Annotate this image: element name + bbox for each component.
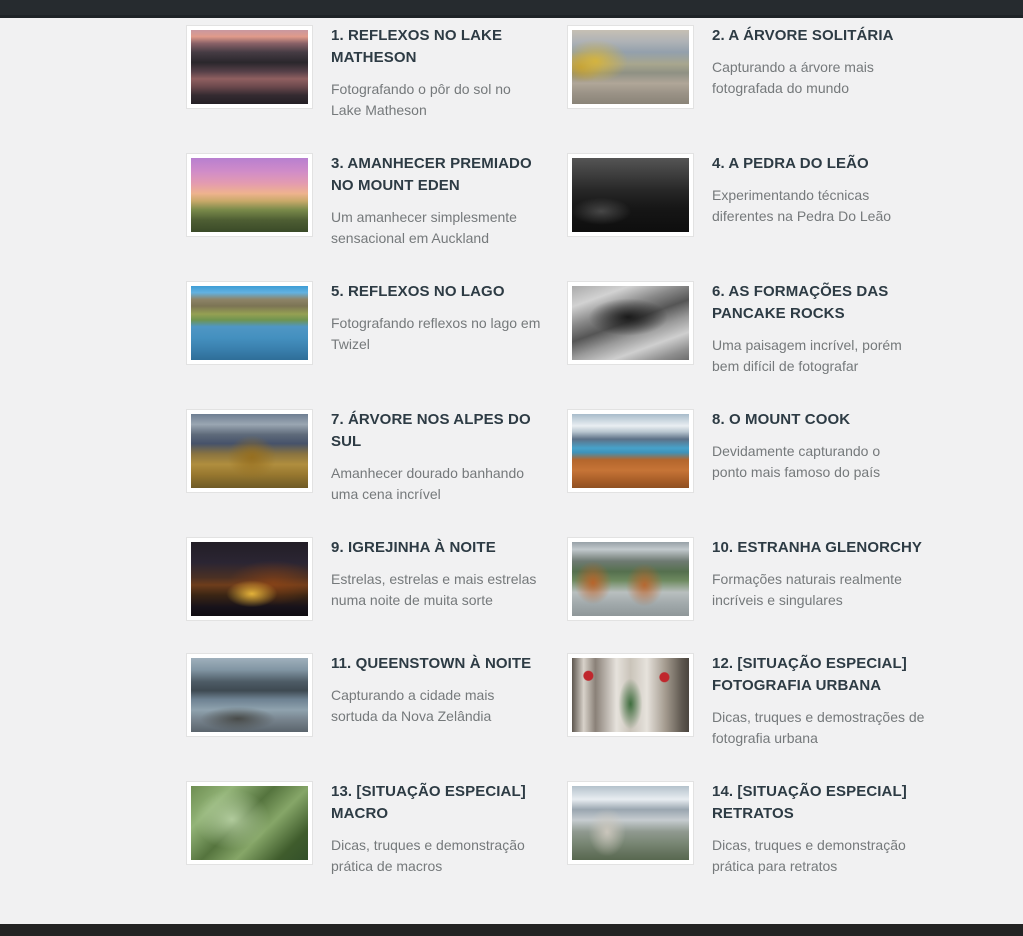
black-and-white-rocks-swirling-sea-photo xyxy=(572,286,689,360)
episode-title-link[interactable]: 5. REFLEXOS NO LAGO xyxy=(331,281,546,303)
episode-description: Dicas, truques e demonstração prática pa… xyxy=(712,835,927,877)
episode-title-link[interactable]: 3. AMANHECER PREMIADO NO MOUNT EDEN xyxy=(331,153,546,197)
episode-item: 6. AS FORMAÇÕES DAS PANCAKE ROCKS Uma pa… xyxy=(567,281,927,377)
episode-item: 7. ÁRVORE NOS ALPES DO SUL Amanhecer dou… xyxy=(186,409,546,505)
purple-pink-sunrise-tree-on-hill-photo xyxy=(191,158,308,232)
episode-description: Capturando a cidade mais sortuda da Nova… xyxy=(331,685,546,727)
episode-item: 4. A PEDRA DO LEÃO Experimentando técnic… xyxy=(567,153,927,237)
episode-info: 11. QUEENSTOWN À NOITE Capturando a cida… xyxy=(331,653,546,727)
episode-info: 8. O MOUNT COOK Devidamente capturando o… xyxy=(712,409,927,483)
episode-description: Capturando a árvore mais fotografada do … xyxy=(712,57,927,99)
episode-title-link[interactable]: 9. IGREJINHA À NOITE xyxy=(331,537,546,559)
episode-title-link[interactable]: 2. A ÁRVORE SOLITÁRIA xyxy=(712,25,927,47)
episode-title-link[interactable]: 14. [SITUAÇÃO ESPECIAL] RETRATOS xyxy=(712,781,927,825)
episode-item: 2. A ÁRVORE SOLITÁRIA Capturando a árvor… xyxy=(567,25,927,109)
episode-thumbnail-link[interactable] xyxy=(186,781,313,865)
episode-description: Formações naturais realmente incríveis e… xyxy=(712,569,927,611)
episode-description: Uma paisagem incrível, porém bem difícil… xyxy=(712,335,927,377)
frosted-green-leaf-macro-photo xyxy=(191,786,308,860)
episode-item: 14. [SITUAÇÃO ESPECIAL] RETRATOS Dicas, … xyxy=(567,781,927,877)
episode-info: 4. A PEDRA DO LEÃO Experimentando técnic… xyxy=(712,153,927,227)
episode-description: Estrelas, estrelas e mais estrelas numa … xyxy=(331,569,546,611)
episode-thumbnail-link[interactable] xyxy=(567,781,694,865)
sunset-mountains-reflected-in-lake-photo xyxy=(191,30,308,104)
episode-item: 3. AMANHECER PREMIADO NO MOUNT EDEN Um a… xyxy=(186,153,546,249)
episode-title-link[interactable]: 6. AS FORMAÇÕES DAS PANCAKE ROCKS xyxy=(712,281,927,325)
episode-info: 2. A ÁRVORE SOLITÁRIA Capturando a árvor… xyxy=(712,25,927,99)
episode-thumbnail-link[interactable] xyxy=(567,409,694,493)
episode-thumbnail-link[interactable] xyxy=(186,653,313,737)
lone-wanaka-tree-in-lake-autumn-photo xyxy=(572,30,689,104)
episode-title-link[interactable]: 7. ÁRVORE NOS ALPES DO SUL xyxy=(331,409,546,453)
episode-description: Fotografando o pôr do sol no Lake Mathes… xyxy=(331,79,546,121)
episode-thumbnail-link[interactable] xyxy=(186,25,313,109)
episode-item: 11. QUEENSTOWN À NOITE Capturando a cida… xyxy=(186,653,546,737)
episode-thumbnail-link[interactable] xyxy=(567,653,694,737)
episode-item: 8. O MOUNT COOK Devidamente capturando o… xyxy=(567,409,927,493)
episode-info: 12. [SITUAÇÃO ESPECIAL] FOTOGRAFIA URBAN… xyxy=(712,653,927,749)
episode-info: 14. [SITUAÇÃO ESPECIAL] RETRATOS Dicas, … xyxy=(712,781,927,877)
episode-item: 5. REFLEXOS NO LAGO Fotografando reflexo… xyxy=(186,281,546,365)
blue-lake-reflection-hills-trees-photo xyxy=(191,286,308,360)
episode-thumbnail-link[interactable] xyxy=(186,281,313,365)
episode-item: 9. IGREJINHA À NOITE Estrelas, estrelas … xyxy=(186,537,546,621)
episode-thumbnail-link[interactable] xyxy=(186,409,313,493)
episode-title-link[interactable]: 13. [SITUAÇÃO ESPECIAL] MACRO xyxy=(331,781,546,825)
urban-shopping-arcade-interior-photo xyxy=(572,658,689,732)
episode-thumbnail-link[interactable] xyxy=(186,153,313,237)
site-bottom-bar xyxy=(0,924,1023,936)
episode-info: 13. [SITUAÇÃO ESPECIAL] MACRO Dicas, tru… xyxy=(331,781,546,877)
episode-description: Um amanhecer simplesmente sensacional em… xyxy=(331,207,546,249)
episode-info: 9. IGREJINHA À NOITE Estrelas, estrelas … xyxy=(331,537,546,611)
episode-info: 7. ÁRVORE NOS ALPES DO SUL Amanhecer dou… xyxy=(331,409,546,505)
episode-title-link[interactable]: 11. QUEENSTOWN À NOITE xyxy=(331,653,546,675)
episode-thumbnail-link[interactable] xyxy=(567,25,694,109)
queenstown-lake-rocks-mountains-photo xyxy=(191,658,308,732)
episode-item: 1. REFLEXOS NO LAKE MATHESON Fotografand… xyxy=(186,25,546,121)
episode-thumbnail-link[interactable] xyxy=(186,537,313,621)
episode-title-link[interactable]: 4. A PEDRA DO LEÃO xyxy=(712,153,927,175)
dark-black-and-white-lion-rock-photo xyxy=(572,158,689,232)
episode-thumbnail-link[interactable] xyxy=(567,281,694,365)
episode-title-link[interactable]: 1. REFLEXOS NO LAKE MATHESON xyxy=(331,25,546,69)
episode-title-link[interactable]: 10. ESTRANHA GLENORCHY xyxy=(712,537,927,559)
photographer-portrait-snowy-mountains-photo xyxy=(572,786,689,860)
episode-thumbnail-link[interactable] xyxy=(567,153,694,237)
episode-info: 6. AS FORMAÇÕES DAS PANCAKE ROCKS Uma pa… xyxy=(712,281,927,377)
golden-tree-snowy-alps-photo xyxy=(191,414,308,488)
glenorchy-trees-in-water-mountains-photo xyxy=(572,542,689,616)
episode-grid: 1. REFLEXOS NO LAKE MATHESON Fotografand… xyxy=(186,25,1023,877)
episode-thumbnail-link[interactable] xyxy=(567,537,694,621)
episode-item: 10. ESTRANHA GLENORCHY Formações naturai… xyxy=(567,537,927,621)
episode-description: Devidamente capturando o ponto mais famo… xyxy=(712,441,927,483)
episode-info: 5. REFLEXOS NO LAGO Fotografando reflexo… xyxy=(331,281,546,355)
episode-item: 13. [SITUAÇÃO ESPECIAL] MACRO Dicas, tru… xyxy=(186,781,546,877)
episode-list-section: 1. REFLEXOS NO LAKE MATHESON Fotografand… xyxy=(0,18,1023,924)
episode-title-link[interactable]: 8. O MOUNT COOK xyxy=(712,409,927,431)
episode-item: 12. [SITUAÇÃO ESPECIAL] FOTOGRAFIA URBAN… xyxy=(567,653,927,749)
episode-info: 10. ESTRANHA GLENORCHY Formações naturai… xyxy=(712,537,927,611)
episode-title-link[interactable]: 12. [SITUAÇÃO ESPECIAL] FOTOGRAFIA URBAN… xyxy=(712,653,927,697)
church-at-night-starry-sky-photo xyxy=(191,542,308,616)
episode-description: Amanhecer dourado banhando uma cena incr… xyxy=(331,463,546,505)
episode-info: 3. AMANHECER PREMIADO NO MOUNT EDEN Um a… xyxy=(331,153,546,249)
episode-description: Fotografando reflexos no lago em Twizel xyxy=(331,313,546,355)
mount-cook-orange-tussock-blue-lake-photo xyxy=(572,414,689,488)
site-top-bar xyxy=(0,0,1023,18)
episode-description: Dicas, truques e demonstração prática de… xyxy=(331,835,546,877)
episode-description: Dicas, truques e demostrações de fotogra… xyxy=(712,707,927,749)
episode-description: Experimentando técnicas diferentes na Pe… xyxy=(712,185,927,227)
episode-info: 1. REFLEXOS NO LAKE MATHESON Fotografand… xyxy=(331,25,546,121)
